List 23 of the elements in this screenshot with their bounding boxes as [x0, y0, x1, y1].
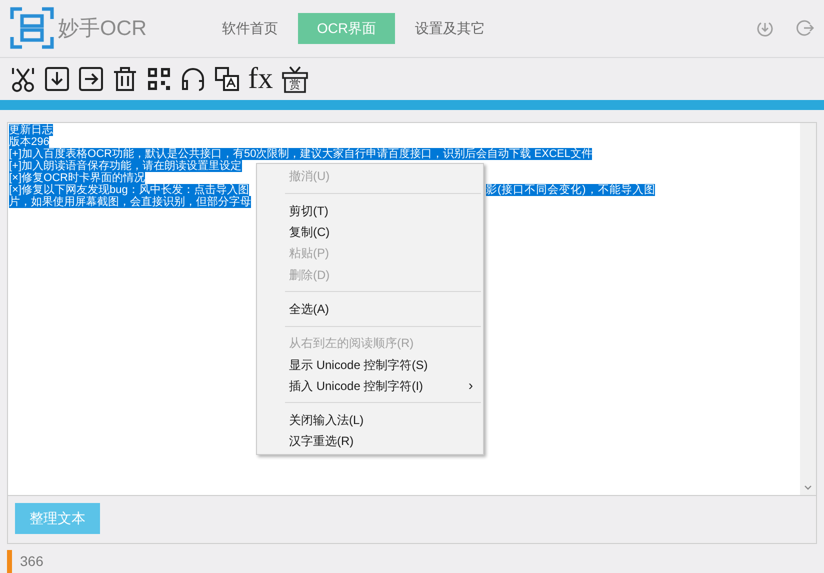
nav-tab[interactable]: 软件首页 [210, 12, 290, 44]
scrollbar[interactable] [800, 122, 816, 495]
menu-item[interactable]: 显示 Unicode 控制字符(S) [257, 354, 483, 376]
app-title: 妙手OCR [58, 16, 147, 42]
menu-item[interactable]: 剪切(T) [257, 200, 483, 222]
status-indicator [7, 550, 12, 573]
text-editor[interactable] [8, 122, 816, 496]
menu-item[interactable]: 全选(A) [257, 298, 483, 320]
scroll-down-icon[interactable] [804, 484, 812, 491]
nav-tab[interactable]: 设置及其它 [403, 12, 498, 44]
character-count: 366 [20, 552, 44, 571]
menu-item[interactable]: 复制(C) [257, 221, 483, 243]
submenu-arrow: › [468, 376, 473, 396]
menu-item[interactable]: 汉字重选(R) [257, 430, 483, 452]
formula-button[interactable]: fx [247, 64, 274, 94]
export-icon[interactable] [77, 64, 105, 93]
logo-icon [10, 7, 54, 50]
translate-icon[interactable] [213, 64, 241, 93]
trash-icon[interactable] [111, 64, 139, 93]
menu-item[interactable]: 插入 Unicode 控制字符(I) › [257, 375, 483, 396]
reward-button[interactable]: 赏 [280, 64, 310, 94]
menu-item[interactable]: 关闭输入法(L) [257, 409, 483, 431]
import-icon[interactable] [43, 64, 71, 93]
